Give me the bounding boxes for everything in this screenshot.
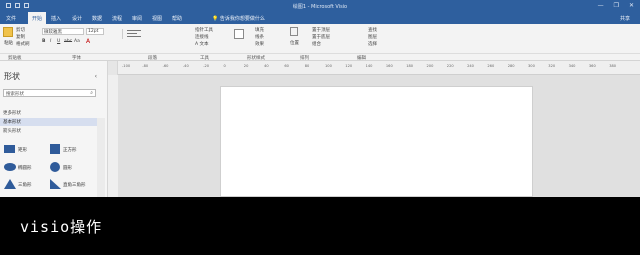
ruler-mark: 140 [365,64,373,68]
ruler-mark: 200 [426,64,434,68]
ruler-mark: 280 [507,64,515,68]
ruler-mark: 40 [264,64,269,68]
ruler-mark: 120 [345,64,353,68]
ruler-mark: 360 [588,64,596,68]
line-button[interactable]: 线条 [255,34,264,40]
italic-button[interactable]: I [50,39,51,44]
ruler-mark: 80 [304,64,310,68]
share-button[interactable]: 共享 [620,15,630,22]
shape-label-circle: 圆形 [63,166,72,171]
minimize-button[interactable]: — [598,2,604,9]
shapes-pane: 形状 ‹ 搜索形状 ⌕ 更多形状 基本形状 箭头形状 矩形 正方形 椭圆形 圆形… [0,61,108,197]
copy-button[interactable]: 复制 [16,34,25,40]
search-placeholder: 搜索形状 [6,92,24,97]
cut-button[interactable]: 剪切 [16,27,25,33]
find-button[interactable]: 查找 [368,27,377,33]
menu-bar: 文件 开始 插入 设计 数据 流程 审阅 视图 帮助 💡 告诉我你想要做什么 共… [0,12,640,24]
underline-button[interactable]: U [57,39,60,44]
bring-forward-button[interactable]: 置于顶层 [312,27,330,33]
tab-review[interactable]: 审阅 [132,15,142,22]
shapes-pane-title: 形状 [4,72,20,81]
square-icon[interactable] [50,144,60,154]
ruler-mark: 100 [325,64,332,68]
window-title: 绘图1 - Microsoft Visio [292,4,348,10]
stencil-basic-shapes[interactable]: 基本形状 [0,118,97,126]
caption-text: visio操作 [20,218,103,236]
format-painter-button[interactable]: 格式刷 [16,41,30,47]
send-backward-button[interactable]: 置于底层 [312,34,330,40]
ruler-mark: 300 [528,64,535,68]
vertical-ruler [108,75,118,197]
quick-styles-icon[interactable] [234,29,244,39]
close-button[interactable]: ✕ [629,2,634,9]
shape-label-ellipse: 椭圆形 [18,166,32,171]
search-icon[interactable]: ⌕ [90,90,93,96]
restore-button[interactable]: ❐ [614,2,619,9]
ruler-mark: 220 [446,64,454,68]
connector-button[interactable]: 连接线 [195,34,209,40]
strikethrough-button[interactable]: abc [64,39,72,44]
pointer-tool-button[interactable]: 指针工具 [195,27,213,33]
circle-icon[interactable] [50,162,60,172]
right-triangle-icon[interactable] [50,179,61,189]
shape-label-right-triangle: 直角三角形 [63,183,86,188]
ruler-mark: -40 [182,64,189,68]
font-case-button[interactable]: Aa [74,39,80,44]
shape-search-input[interactable]: 搜索形状 ⌕ [3,89,96,97]
tell-me-input[interactable]: 💡 告诉我你想要做什么 [212,15,265,22]
font-size-select[interactable]: 12pt [86,28,104,35]
ruler-mark: -80 [142,64,149,68]
font-color-button[interactable]: A [86,38,90,45]
ruler-mark: -100 [122,64,131,68]
ruler-mark: 340 [568,64,576,68]
paste-button[interactable]: 粘贴 [4,40,13,46]
ruler-mark: -20 [203,64,210,68]
ruler-mark: -60 [162,64,169,68]
ruler-mark: 380 [609,64,617,68]
ruler-mark: 160 [385,64,393,68]
font-name-select[interactable]: 微软雅黑 [42,28,84,35]
ruler-mark: 0 [223,64,226,68]
position-button[interactable]: 位置 [290,40,299,46]
layers-button[interactable]: 图层 [368,34,377,40]
collapse-pane-button[interactable]: ‹ [95,73,97,80]
shape-label-rectangle: 矩形 [18,148,27,153]
ellipse-icon[interactable] [4,163,16,171]
tab-file[interactable]: 文件 [6,15,16,22]
drawing-page[interactable] [220,86,533,197]
ribbon-group-labels: 剪贴板 字体 段落 工具 形状样式 排列 编辑 [0,53,640,61]
stencil-arrow-shapes[interactable]: 箭头形状 [3,128,21,134]
title-bar: 绘图1 - Microsoft Visio — ❐ ✕ [0,0,640,12]
ruler-mark: 240 [467,64,474,68]
rectangle-icon[interactable] [4,145,15,153]
tab-data[interactable]: 数据 [92,15,102,22]
shape-label-square: 正方形 [63,148,77,153]
horizontal-ruler: -100 -80 -60 -40 -20 0 20 40 60 80 100 120 140 160 180… [118,61,640,75]
text-tool-button[interactable]: A 文本 [195,41,209,47]
bold-button[interactable]: B [42,39,45,44]
tell-me-text: 告诉我你想要做什么 [219,16,265,22]
position-icon[interactable] [290,27,298,36]
ruler-mark: 260 [487,64,495,68]
select-button[interactable]: 选择 [368,41,377,47]
paste-icon[interactable] [3,27,13,37]
shapes-scrollbar[interactable] [97,118,105,197]
ruler-mark: 60 [284,64,289,68]
group-button[interactable]: 组合 [312,41,321,47]
effects-button[interactable]: 效果 [255,41,264,47]
tab-insert[interactable]: 插入 [51,15,61,22]
tab-design[interactable]: 设计 [72,15,82,22]
triangle-icon[interactable] [4,179,16,189]
ruler-mark: 180 [406,64,414,68]
ruler-mark: 320 [548,64,556,68]
tab-home[interactable]: 开始 [28,12,47,24]
more-shapes-button[interactable]: 更多形状 [3,110,21,116]
tab-process[interactable]: 流程 [112,15,122,22]
paragraph-group [122,29,146,39]
ruler-mark: 20 [243,64,249,68]
tab-view[interactable]: 视图 [152,15,162,22]
fill-button[interactable]: 填充 [255,27,264,33]
shape-label-triangle: 三角形 [18,183,32,188]
tab-help[interactable]: 帮助 [172,15,182,22]
